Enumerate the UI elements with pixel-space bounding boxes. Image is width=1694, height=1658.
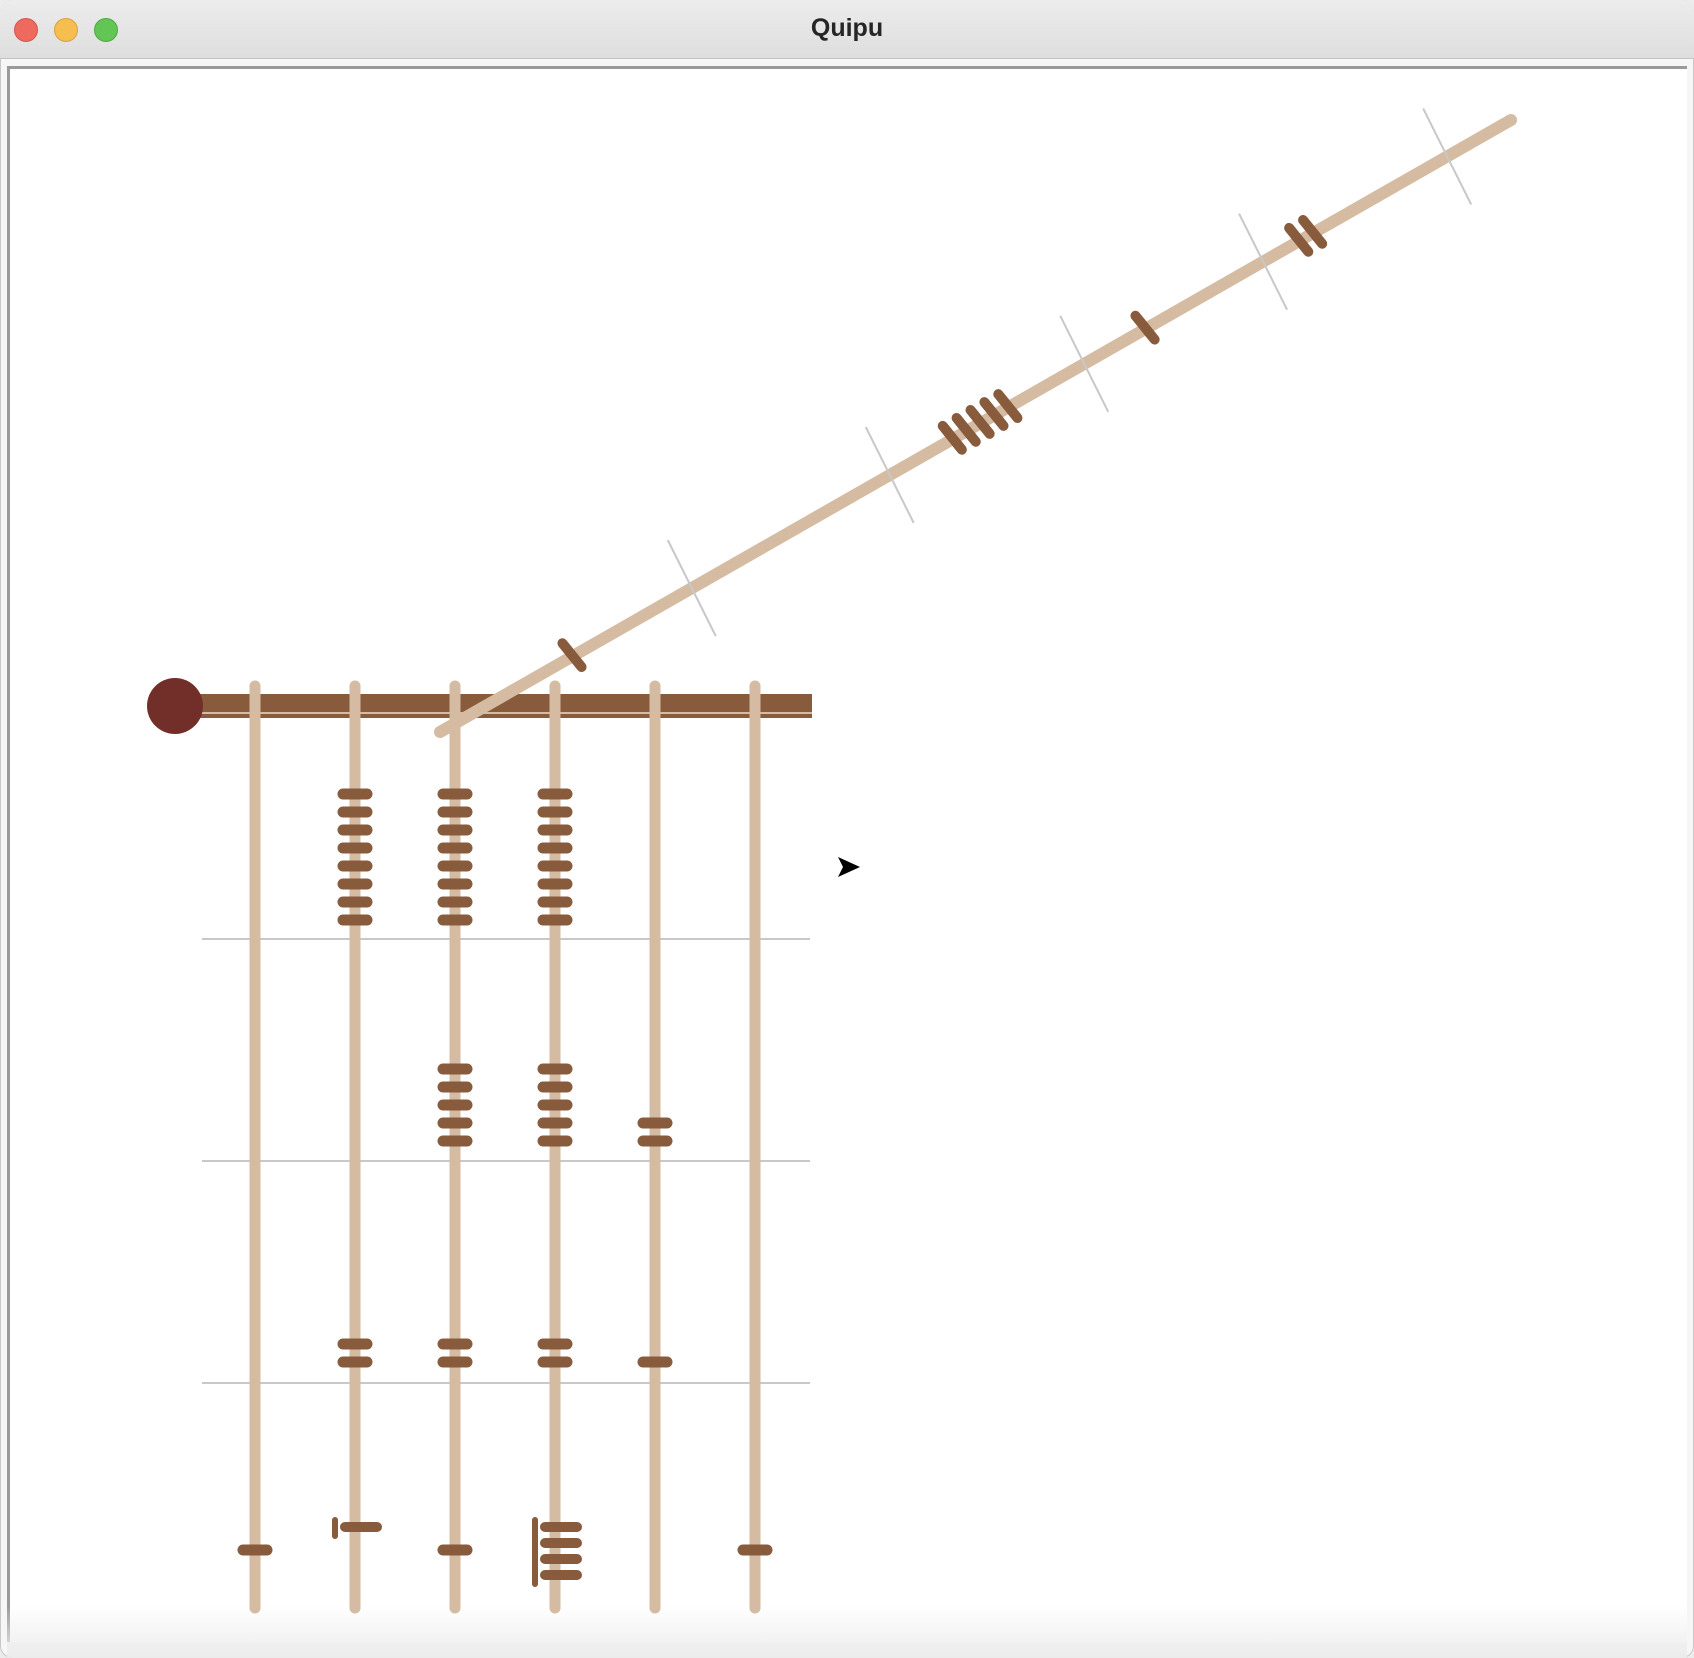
top-knot [147,678,203,734]
pendant-cords [237,680,773,1614]
top-cord [434,108,1517,738]
top-cord-group [434,108,1517,738]
pendant-cord-4 [532,680,582,1614]
quipu-drawing[interactable] [0,0,1694,1658]
pendant-cord-2 [332,680,382,1614]
top-cord-guide [666,539,717,637]
top-cord-guide [1059,315,1110,413]
place-value-guides [202,938,810,1384]
top-cord-line [434,114,1517,738]
top-cord-guide [1238,213,1288,311]
pendant-cord-5 [637,680,673,1614]
pendant-cord-3 [437,680,473,1614]
top-cord-guide [864,426,915,524]
pendant-cord-1 [237,680,273,1614]
app-window: Quipu [0,0,1694,1658]
top-cord-guide [1422,108,1473,205]
arrow-cursor-icon [838,857,860,877]
pendant-cord-6 [737,680,773,1614]
